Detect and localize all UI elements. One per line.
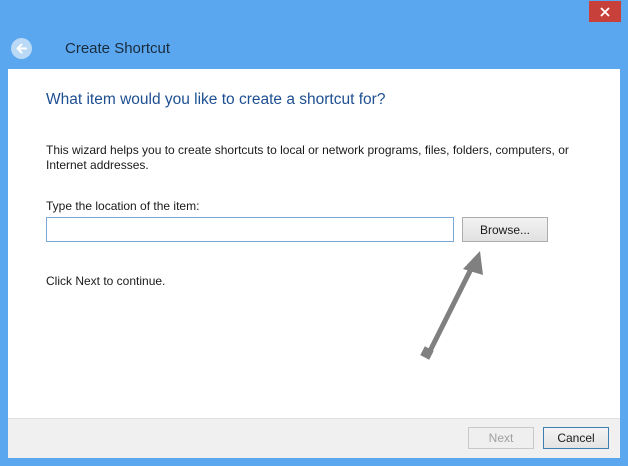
location-input[interactable] [46,217,454,242]
next-button[interactable]: Next [468,427,534,449]
back-button[interactable] [11,38,32,59]
browse-button[interactable]: Browse... [462,217,548,242]
page-heading: What item would you like to create a sho… [46,91,386,108]
create-shortcut-window: Create Shortcut What item would you like… [0,0,628,466]
continue-hint: Click Next to continue. [46,274,166,288]
annotation-arrow-icon [420,251,483,360]
wizard-header: Create Shortcut [0,24,628,69]
window-title: Create Shortcut [65,40,171,57]
back-arrow-icon [16,43,27,54]
wizard-content: What item would you like to create a sho… [8,69,620,418]
wizard-description: This wizard helps you to create shortcut… [46,143,569,172]
close-icon [600,6,610,17]
cancel-button[interactable]: Cancel [543,427,609,449]
close-button[interactable] [589,1,621,22]
wizard-footer: Next Cancel [8,418,620,458]
location-label: Type the location of the item: [46,199,200,213]
